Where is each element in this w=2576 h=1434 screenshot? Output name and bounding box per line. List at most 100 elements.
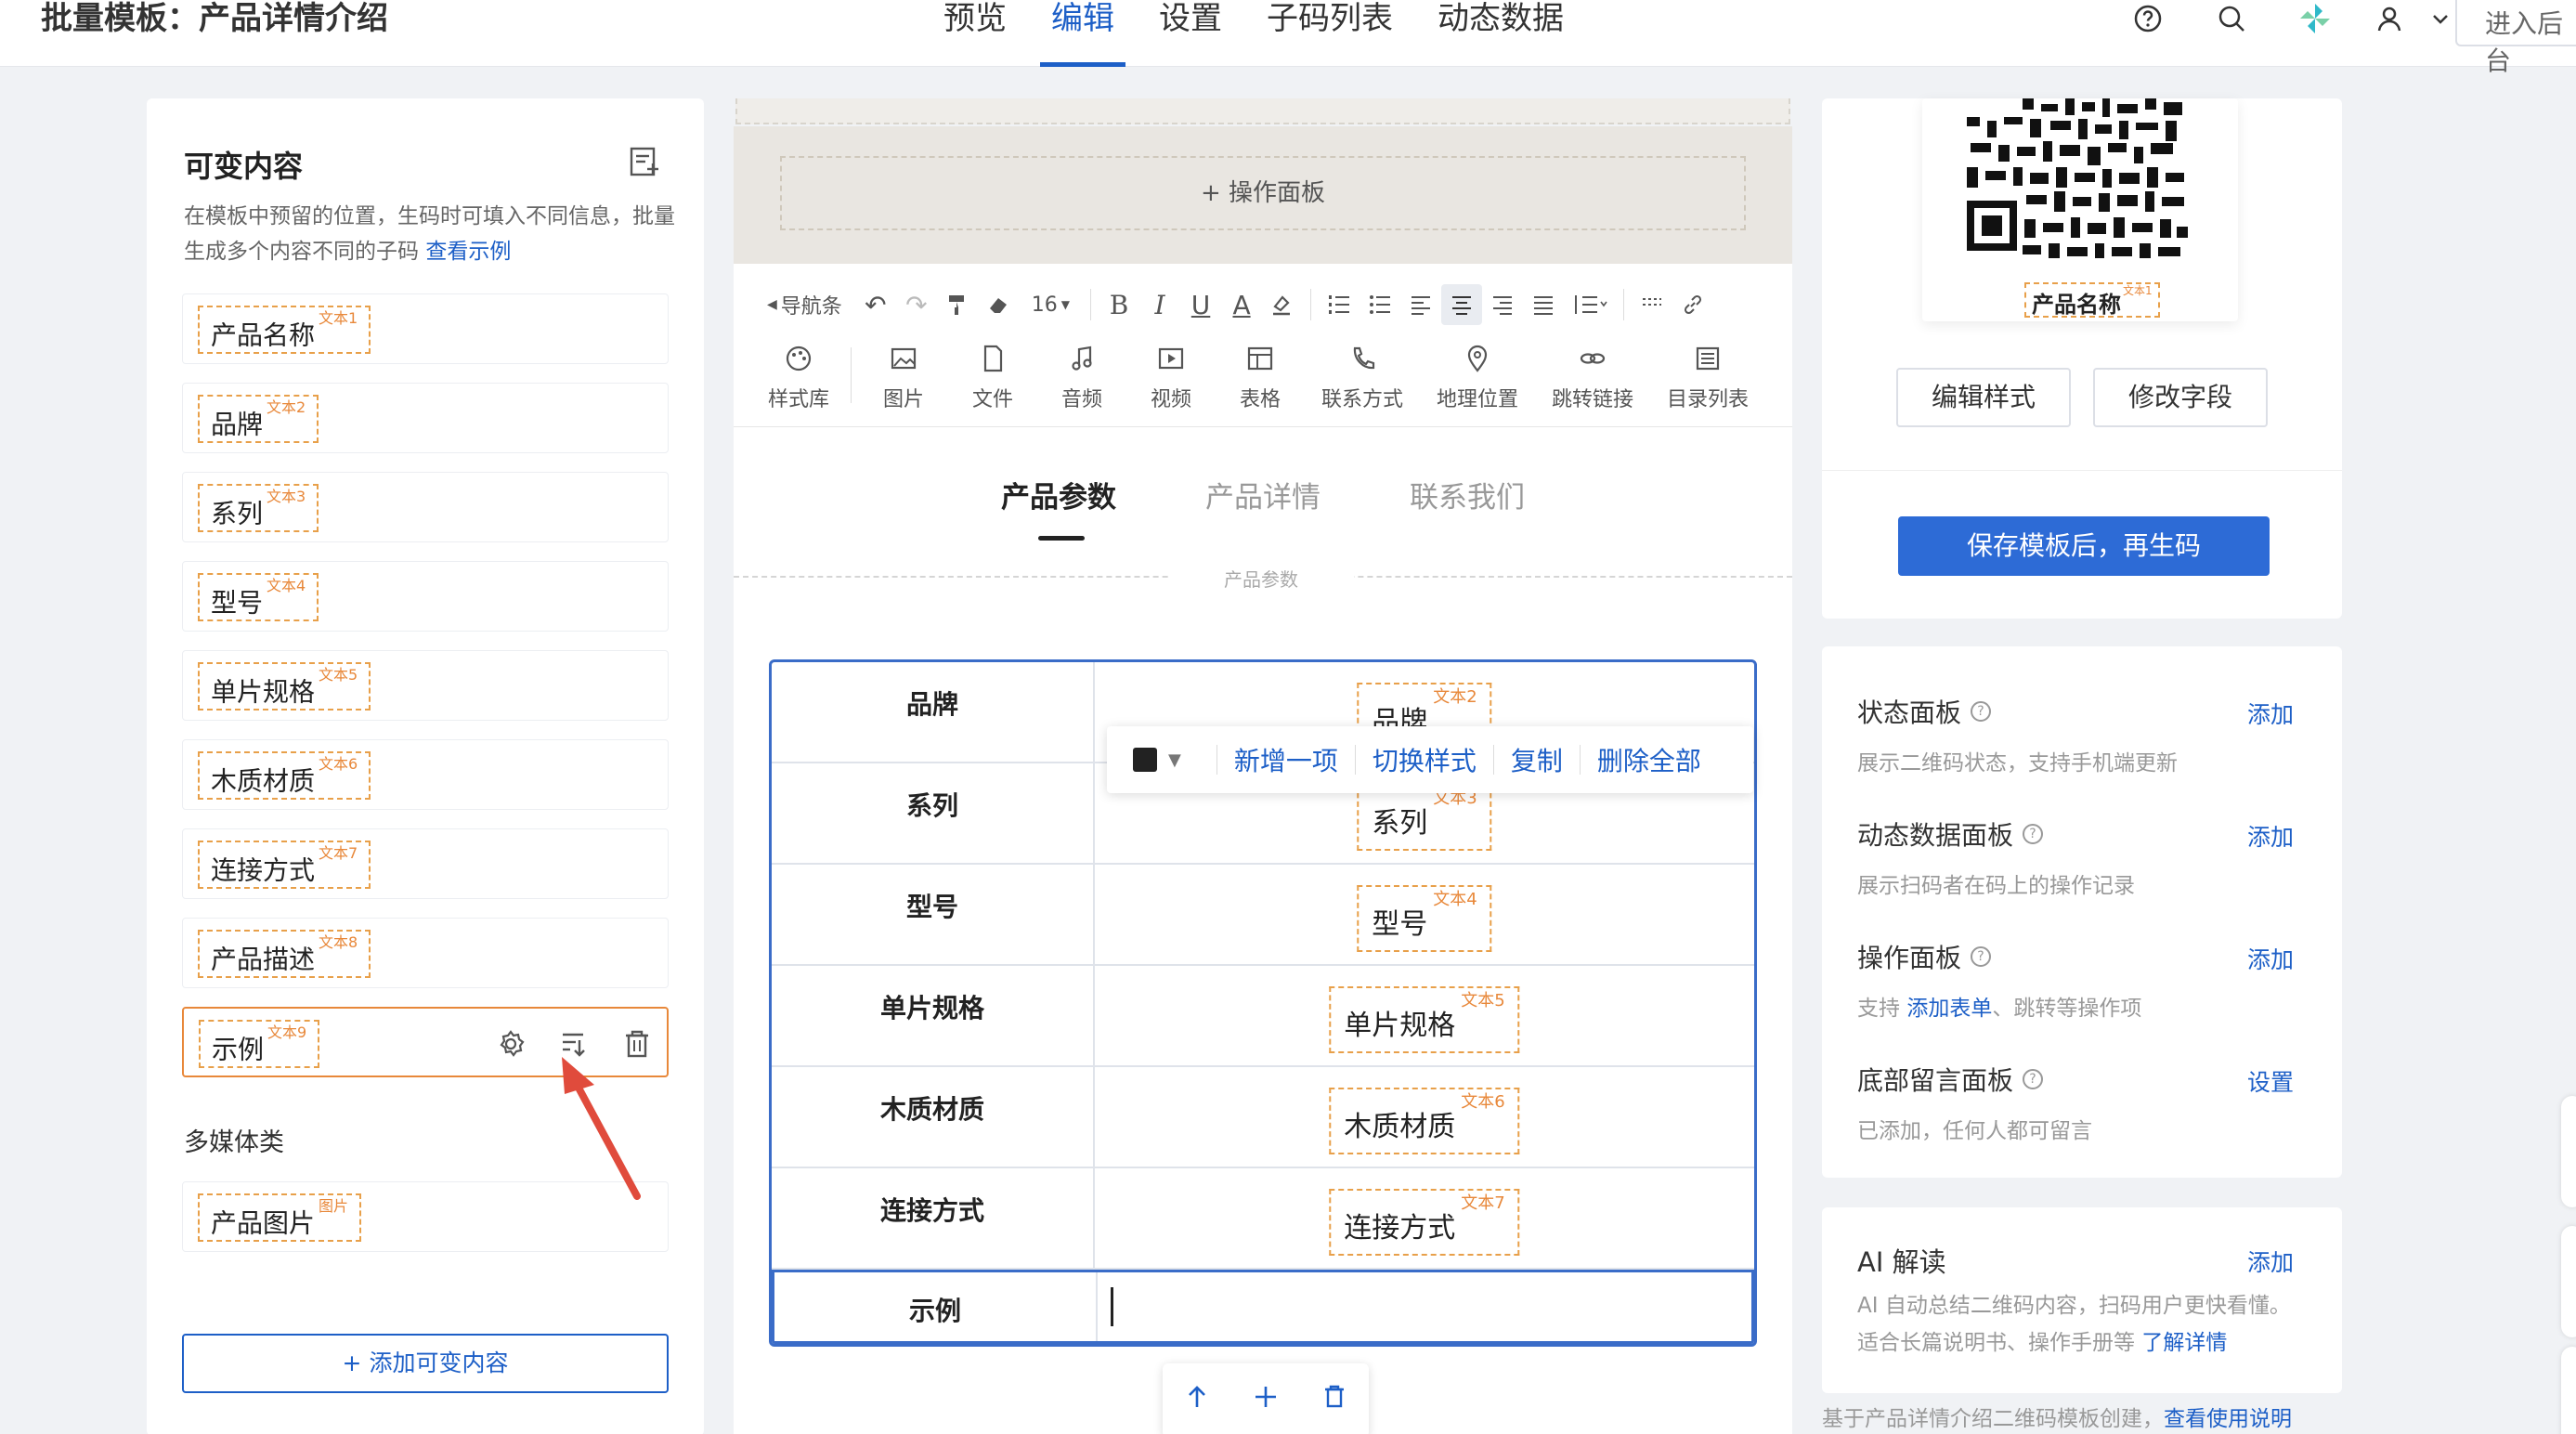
redo-icon[interactable]: ↷: [896, 284, 937, 325]
add-status-panel-button[interactable]: 添加: [2247, 697, 2294, 730]
underline-icon[interactable]: U: [1180, 284, 1221, 325]
row-value[interactable]: 木质材质文本6: [1095, 1067, 1754, 1167]
message-panel-settings-button[interactable]: 设置: [2247, 1064, 2294, 1098]
delete-all-button[interactable]: 删除全部: [1597, 741, 1701, 778]
settings-gear-icon[interactable]: [494, 1027, 527, 1061]
row-value[interactable]: 型号文本4: [1095, 865, 1754, 964]
align-right-icon[interactable]: [1482, 284, 1523, 325]
copy-button[interactable]: 复制: [1511, 741, 1563, 778]
delete-row-icon[interactable]: [1321, 1383, 1348, 1418]
add-dynamic-data-panel-button[interactable]: 添加: [2247, 819, 2294, 853]
tab-product-details[interactable]: 产品详情: [1205, 474, 1321, 529]
help-icon[interactable]: ?: [2023, 824, 2044, 844]
style-library-button[interactable]: 样式库: [754, 344, 843, 412]
delete-trash-icon[interactable]: [620, 1027, 654, 1061]
justify-icon[interactable]: [1523, 284, 1564, 325]
ordered-list-icon[interactable]: [1319, 284, 1360, 325]
learn-more-link[interactable]: 了解详情: [2141, 1331, 2227, 1355]
table-row-active[interactable]: 示例: [772, 1270, 1754, 1344]
insert-table-button[interactable]: 表格: [1216, 344, 1305, 412]
eraser-icon[interactable]: [978, 284, 1019, 325]
nav-dynamic-data[interactable]: 动态数据: [1415, 0, 1586, 67]
enter-admin-button[interactable]: 进入后台: [2455, 0, 2576, 76]
help-icon[interactable]: ?: [1971, 946, 1992, 967]
nav-subcode-list[interactable]: 子码列表: [1244, 0, 1415, 67]
row-value[interactable]: 单片规格文本5: [1095, 966, 1754, 1065]
help-icon[interactable]: ?: [1971, 701, 1992, 722]
divider-line-icon[interactable]: [1632, 284, 1672, 325]
font-size-select[interactable]: 16 ▼: [1019, 284, 1083, 325]
align-center-icon[interactable]: [1441, 284, 1483, 325]
modify-field-button[interactable]: 修改字段: [2093, 368, 2268, 427]
save-template-button[interactable]: 保存模板后，再生码: [1898, 516, 2270, 576]
insert-catalog-button[interactable]: 目录列表: [1650, 344, 1765, 412]
move-up-icon[interactable]: [1183, 1383, 1211, 1418]
insert-video-button[interactable]: 视频: [1126, 344, 1216, 412]
add-operation-panel-button[interactable]: + 操作面板: [780, 156, 1746, 230]
tab-product-params[interactable]: 产品参数: [1001, 474, 1116, 541]
align-left-icon[interactable]: [1400, 284, 1441, 325]
bullet-list-icon[interactable]: [1360, 284, 1400, 325]
insert-file-button[interactable]: 文件: [948, 344, 1037, 412]
table-row[interactable]: 单片规格 单片规格文本5: [772, 966, 1754, 1067]
hyperlink-icon[interactable]: [1672, 284, 1713, 325]
side-tab[interactable]: [2561, 1096, 2576, 1207]
pinwheel-icon[interactable]: [2273, 0, 2357, 37]
undo-icon[interactable]: ↶: [855, 284, 896, 325]
chevron-down-icon[interactable]: [2422, 0, 2459, 37]
caret-down-icon[interactable]: ▼: [1168, 750, 1181, 770]
insert-variable-icon[interactable]: [557, 1027, 591, 1061]
nav-preview[interactable]: 预览: [921, 0, 1029, 67]
variable-item[interactable]: 连接方式文本7: [182, 828, 669, 899]
variable-item-selected[interactable]: 示例文本9: [182, 1007, 669, 1077]
side-tab[interactable]: [2561, 1347, 2576, 1434]
row-value[interactable]: 连接方式文本7: [1095, 1168, 1754, 1268]
bold-icon[interactable]: B: [1099, 284, 1139, 325]
edit-style-button[interactable]: 编辑样式: [1896, 368, 2071, 427]
insert-contact-button[interactable]: 联系方式: [1305, 344, 1420, 412]
usage-guide-link[interactable]: 查看使用说明: [2164, 1407, 2292, 1431]
add-row-icon[interactable]: [1252, 1383, 1280, 1418]
variable-item[interactable]: 单片规格文本5: [182, 650, 669, 721]
help-icon[interactable]: [2106, 0, 2190, 37]
file-label: 文件: [971, 388, 1013, 411]
add-list-icon[interactable]: [628, 145, 661, 178]
variable-item[interactable]: 产品名称文本1: [182, 293, 669, 364]
italic-icon[interactable]: I: [1139, 284, 1180, 325]
highlight-icon[interactable]: [1262, 284, 1303, 325]
insert-location-button[interactable]: 地理位置: [1420, 344, 1535, 412]
color-swatch[interactable]: [1133, 748, 1157, 772]
add-form-link[interactable]: 添加表单: [1906, 997, 1992, 1021]
variable-item[interactable]: 系列文本3: [182, 472, 669, 542]
nav-bar-button[interactable]: ◀ 导航条: [754, 284, 855, 325]
help-icon[interactable]: ?: [2023, 1069, 2044, 1089]
tab-contact-us[interactable]: 联系我们: [1410, 474, 1525, 529]
row-value-input[interactable]: [1098, 1272, 1751, 1341]
variable-item[interactable]: 木质材质文本6: [182, 739, 669, 810]
line-height-icon[interactable]: [1564, 284, 1616, 325]
panel-item-desc: 已添加，任何人都可留言: [1857, 1119, 2092, 1143]
table-row[interactable]: 连接方式 连接方式文本7: [772, 1168, 1754, 1270]
search-icon[interactable]: [2190, 0, 2273, 37]
insert-image-button[interactable]: 图片: [859, 344, 948, 412]
table-row[interactable]: 型号 型号文本4: [772, 865, 1754, 966]
switch-style-button[interactable]: 切换样式: [1373, 741, 1477, 778]
table-row[interactable]: 木质材质 木质材质文本6: [772, 1067, 1754, 1168]
add-ai-button[interactable]: 添加: [2247, 1245, 2294, 1278]
view-example-link[interactable]: 查看示例: [425, 240, 511, 264]
format-painter-icon[interactable]: [937, 284, 978, 325]
add-variable-button[interactable]: + 添加可变内容: [182, 1334, 669, 1393]
nav-settings[interactable]: 设置: [1137, 0, 1244, 67]
insert-jump-link-button[interactable]: 跳转链接: [1535, 344, 1650, 412]
side-tab[interactable]: [2561, 1226, 2576, 1337]
insert-audio-button[interactable]: 音频: [1037, 344, 1126, 412]
variable-item[interactable]: 产品描述文本8: [182, 918, 669, 988]
media-item[interactable]: 产品图片图片: [182, 1181, 669, 1252]
user-icon[interactable]: [2357, 0, 2422, 37]
add-operation-panel-link[interactable]: 添加: [2247, 942, 2294, 975]
add-item-button[interactable]: 新增一项: [1234, 741, 1338, 778]
font-color-icon[interactable]: A: [1221, 284, 1262, 325]
variable-item[interactable]: 型号文本4: [182, 561, 669, 632]
variable-item[interactable]: 品牌文本2: [182, 383, 669, 453]
nav-edit[interactable]: 编辑: [1029, 0, 1137, 67]
